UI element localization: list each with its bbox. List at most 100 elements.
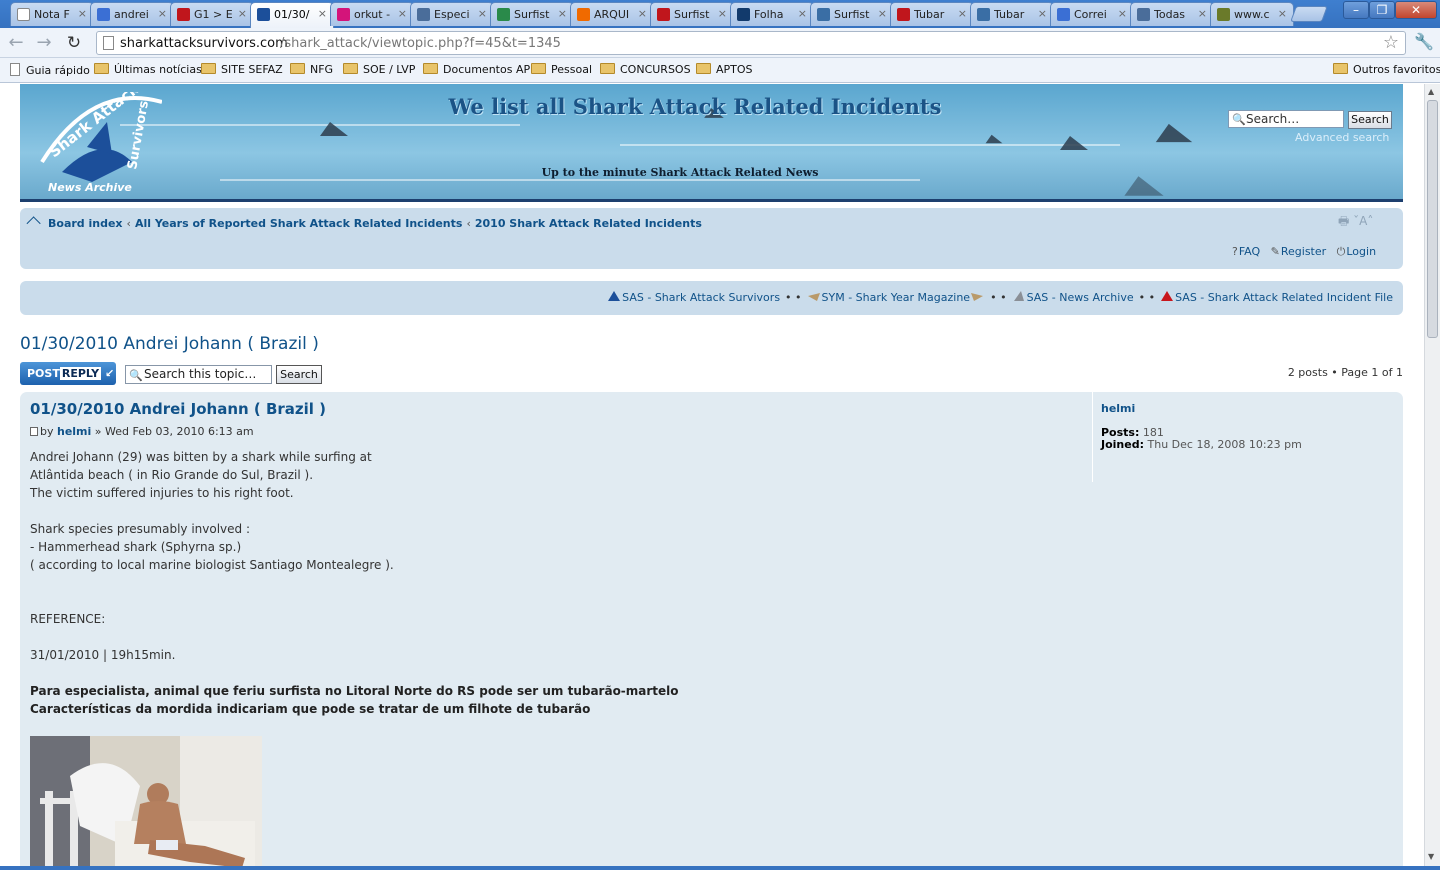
browser-tab[interactable]: Todas ×: [1130, 2, 1214, 26]
tab-close-icon[interactable]: ×: [1278, 7, 1287, 20]
tab-close-icon[interactable]: ×: [558, 7, 567, 20]
font-size-icon[interactable]: ˇA˄: [1353, 214, 1373, 228]
register-link[interactable]: ✎Register: [1271, 245, 1327, 258]
browser-tab[interactable]: www.c ×: [1210, 2, 1294, 26]
post-icon[interactable]: [30, 427, 38, 436]
tab-close-icon[interactable]: ×: [478, 7, 487, 20]
browser-tab[interactable]: Nota F ×: [10, 2, 94, 26]
bookmark-item[interactable]: CONCURSOS: [600, 63, 691, 76]
browser-toolbar: ← → ↻ sharkattacksurvivors.com /shark_at…: [0, 28, 1440, 58]
browser-tab[interactable]: Tubar ×: [970, 2, 1054, 26]
tab-title: Folha: [754, 8, 784, 21]
window-close-button[interactable]: ✕: [1395, 1, 1437, 19]
post-author-link[interactable]: helmi: [57, 425, 91, 438]
browser-tab[interactable]: 01/30/ ×: [250, 2, 334, 28]
reload-button[interactable]: ↻: [62, 32, 86, 54]
page-icon: [17, 8, 30, 21]
tab-title: www.c: [1234, 8, 1270, 21]
bookmark-item[interactable]: Pessoal: [531, 63, 592, 76]
banner-title: We list all Shark Attack Related Inciden…: [448, 94, 942, 119]
site-search-button[interactable]: Search: [1348, 111, 1392, 129]
login-link[interactable]: ⏻Login: [1337, 245, 1376, 258]
topic-search-button[interactable]: Search: [276, 365, 322, 384]
bookmark-item[interactable]: Últimas notícias: [94, 63, 202, 76]
profile-author-link[interactable]: helmi: [1101, 402, 1135, 415]
site-link-sas[interactable]: SAS - Shark Attack Survivors: [622, 291, 780, 304]
folder-icon: [94, 63, 109, 74]
address-bar[interactable]: sharkattacksurvivors.com /shark_attack/v…: [96, 31, 1406, 55]
blogger-icon: [577, 8, 590, 21]
other-bookmarks[interactable]: Outros favoritos: [1333, 63, 1440, 76]
site-search-input[interactable]: 🔍 Search…: [1228, 110, 1344, 128]
logo-caption: News Archive: [48, 181, 132, 194]
tab-close-icon[interactable]: ×: [158, 7, 167, 20]
bookmark-item[interactable]: Documentos AP: [423, 63, 530, 76]
post-reply-button[interactable]: POST REPLY ↙: [20, 362, 116, 385]
breadcrumb-board-index[interactable]: Board index: [48, 217, 123, 230]
tab-close-icon[interactable]: ×: [1118, 7, 1127, 20]
bookmark-item[interactable]: SOE / LVP: [343, 63, 415, 76]
browser-tab[interactable]: Folha ×: [730, 2, 814, 26]
reply-arrow-icon: ↙: [101, 367, 115, 380]
bookmark-star-icon[interactable]: ☆: [1383, 32, 1399, 53]
wrench-menu-icon[interactable]: 🔧: [1414, 32, 1434, 51]
bookmark-item[interactable]: NFG: [290, 63, 333, 76]
scrollbar-thumb[interactable]: [1427, 100, 1438, 338]
site-link-incident-file[interactable]: SAS - Shark Attack Related Incident File: [1175, 291, 1393, 304]
browser-tab[interactable]: Surfist ×: [810, 2, 894, 26]
podcast-icon: [817, 8, 830, 21]
scroll-down-icon[interactable]: ▼: [1428, 852, 1434, 861]
tab-close-icon[interactable]: ×: [958, 7, 967, 20]
profile-joined: Joined: Thu Dec 18, 2008 10:23 pm: [1101, 438, 1302, 451]
topic-title[interactable]: 01/30/2010 Andrei Johann ( Brazil ): [20, 334, 319, 354]
breadcrumb-all-years[interactable]: All Years of Reported Shark Attack Relat…: [135, 217, 463, 230]
browser-tab[interactable]: Correi ×: [1050, 2, 1134, 26]
bookmark-item[interactable]: SITE SEFAZ: [201, 63, 283, 76]
post-body: Andrei Johann (29) was bitten by a shark…: [30, 450, 679, 716]
tab-close-icon[interactable]: ×: [638, 7, 647, 20]
post-title[interactable]: 01/30/2010 Andrei Johann ( Brazil ): [30, 400, 326, 418]
minimize-button[interactable]: –: [1343, 1, 1369, 19]
print-icon[interactable]: 🖶: [1338, 214, 1349, 228]
browser-tab[interactable]: orkut - ×: [330, 2, 414, 26]
browser-tab[interactable]: andrei ×: [90, 2, 174, 26]
bookmark-item[interactable]: APTOS: [696, 63, 753, 76]
back-button[interactable]: ←: [4, 32, 28, 54]
banner-subtitle: Up to the minute Shark Attack Related Ne…: [541, 166, 819, 179]
scroll-up-icon[interactable]: ▲: [1428, 87, 1434, 96]
tab-close-icon[interactable]: ×: [798, 7, 807, 20]
vertical-scrollbar[interactable]: ▲ ▼: [1424, 84, 1440, 866]
folder-icon: [343, 63, 358, 74]
browser-tab[interactable]: G1 > E ×: [170, 2, 254, 26]
tab-close-icon[interactable]: ×: [1198, 7, 1207, 20]
browser-tab[interactable]: Surfist ×: [650, 2, 734, 26]
tab-close-icon[interactable]: ×: [398, 7, 407, 20]
new-tab-button[interactable]: [1290, 6, 1328, 22]
page-icon: [10, 63, 20, 76]
browser-tab[interactable]: Tubar ×: [890, 2, 974, 26]
browser-tab[interactable]: ARQUI ×: [570, 2, 654, 26]
browser-tab[interactable]: Especi ×: [410, 2, 494, 26]
advanced-search-link[interactable]: Advanced search: [1295, 131, 1389, 144]
topic-search-input[interactable]: 🔍 Search this topic…: [125, 365, 272, 384]
tab-close-icon[interactable]: ×: [1038, 7, 1047, 20]
tab-close-icon[interactable]: ×: [718, 7, 727, 20]
tab-close-icon[interactable]: ×: [238, 7, 247, 20]
faq-link[interactable]: ?FAQ: [1232, 245, 1260, 258]
forward-button[interactable]: →: [32, 32, 56, 54]
folder-icon: [201, 63, 216, 74]
tab-close-icon[interactable]: ×: [78, 7, 87, 20]
maximize-button[interactable]: ❐: [1369, 1, 1395, 19]
browser-tab[interactable]: Surfist ×: [490, 2, 574, 26]
tab-title: Tubar: [994, 8, 1025, 21]
pencil-icon: ✎: [1270, 245, 1280, 258]
bookmark-item[interactable]: Guia rápido: [10, 63, 90, 77]
tab-close-icon[interactable]: ×: [878, 7, 887, 20]
folder-icon: [531, 63, 546, 74]
breadcrumb-2010[interactable]: 2010 Shark Attack Related Incidents: [475, 217, 702, 230]
site-links-bar: SAS - Shark Attack Survivors • • SYM - Sha…: [20, 281, 1403, 315]
tab-close-icon[interactable]: ×: [318, 7, 327, 20]
site-link-sym[interactable]: SYM - Shark Year Magazine: [822, 291, 971, 304]
user-links: ?FAQ ✎Register ⏻Login: [1232, 245, 1383, 259]
site-link-news-archive[interactable]: SAS - News Archive: [1027, 291, 1134, 304]
